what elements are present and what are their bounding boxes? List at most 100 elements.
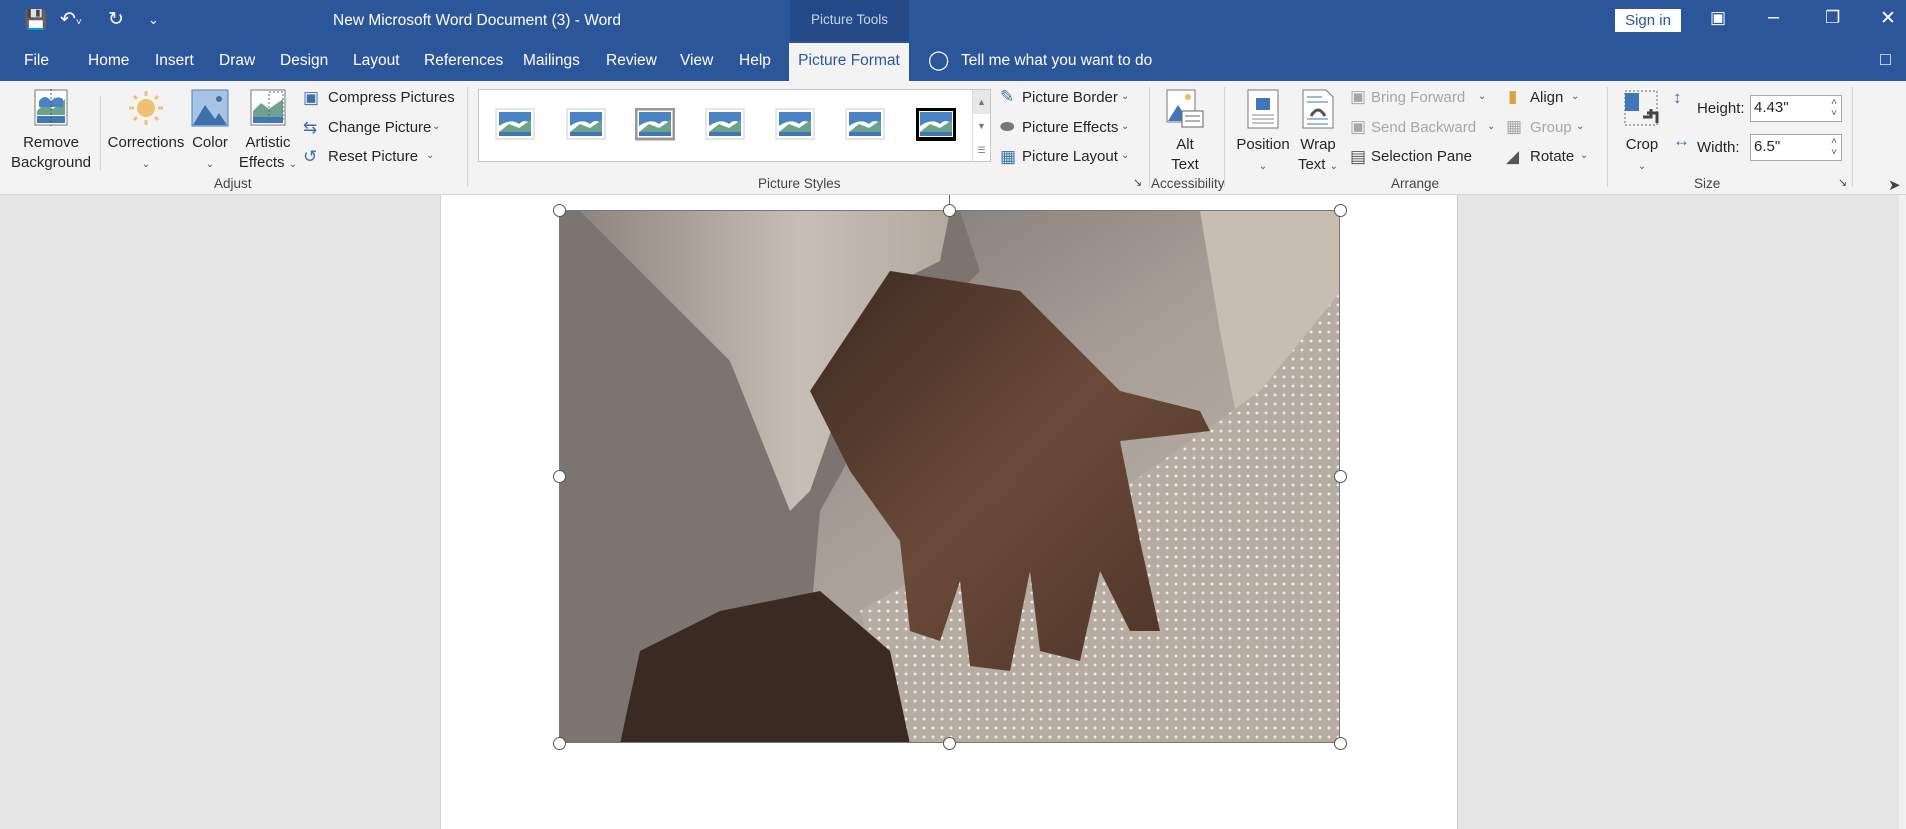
tab-picture-format[interactable]: Picture Format (789, 43, 909, 81)
width-icon: ↔ (1673, 131, 1690, 150)
position-label: Position (1236, 136, 1290, 153)
picture-tools-label: Picture Tools (790, 0, 909, 41)
color-label: Color (192, 134, 228, 151)
width-spin-up: ˄ (1831, 136, 1837, 147)
adjust-group-label: Adjust (214, 176, 252, 191)
redo-icon[interactable]: ↻ (108, 8, 124, 31)
crop-label: Crop (1625, 136, 1659, 153)
sign-in-button[interactable]: Sign in (1615, 9, 1681, 32)
reset-picture-button[interactable]: Reset Picture (328, 148, 418, 165)
color-icon (191, 89, 229, 127)
send-backward-button[interactable]: Send Backward (1371, 119, 1476, 136)
picture-styles-dialog-launcher[interactable]: ↘ (1133, 176, 1142, 189)
customize-quick-access-icon[interactable]: ⌄ (148, 12, 159, 28)
gallery-more-button[interactable]: ☰ (973, 138, 990, 162)
tab-view[interactable]: View (680, 52, 713, 70)
ribbon: Remove Background Corrections ⌄ Color ⌄ Ar… (0, 81, 1906, 195)
ribbon-display-options-icon[interactable]: ▣ (1710, 8, 1726, 28)
align-button[interactable]: Align (1530, 89, 1563, 106)
tab-home[interactable]: Home (88, 52, 129, 70)
resize-handle-top-left[interactable] (553, 204, 566, 217)
change-picture-button[interactable]: Change Picture (328, 119, 431, 136)
tell-me-search[interactable]: Tell me what you want to do (961, 52, 1152, 70)
size-dialog-launcher[interactable]: ↘ (1838, 176, 1847, 189)
wrap-text-icon (1302, 89, 1334, 129)
resize-handle-bottom-left[interactable] (553, 737, 566, 750)
height-spin-up: ˄ (1831, 97, 1837, 108)
picture-style-1[interactable] (495, 108, 535, 140)
tab-insert[interactable]: Insert (155, 52, 194, 70)
group-icon: ▦ (1506, 117, 1523, 136)
width-input[interactable]: 6.5" ˄ ˅ (1750, 134, 1842, 161)
rotate-icon: ◢ (1506, 147, 1520, 166)
tab-help[interactable]: Help (739, 52, 771, 70)
comments-icon[interactable]: □ (1880, 49, 1891, 70)
gallery-scroll-down[interactable]: ▼ (973, 114, 990, 138)
change-picture-icon: ⇆ (303, 118, 318, 137)
resize-handle-left[interactable] (553, 470, 566, 483)
accessibility-group-label: Accessibility (1151, 176, 1225, 191)
resize-handle-bottom-right[interactable] (1334, 737, 1347, 750)
resize-handle-bottom[interactable] (943, 737, 956, 750)
tab-layout[interactable]: Layout (353, 52, 400, 70)
vertical-scrollbar[interactable] (1899, 195, 1906, 829)
undo-icon[interactable]: ↶˅ (60, 8, 82, 31)
alt-text-label-1: Alt (1176, 136, 1194, 153)
picture-style-2[interactable] (566, 108, 606, 140)
tab-draw[interactable]: Draw (219, 52, 255, 70)
rotate-button[interactable]: Rotate (1530, 148, 1574, 165)
position-icon (1247, 89, 1279, 129)
color-button[interactable]: Color ⌄ (188, 89, 232, 175)
bring-forward-button[interactable]: Bring Forward (1371, 89, 1465, 106)
selection-pane-button[interactable]: Selection Pane (1371, 148, 1472, 165)
picture-effects-button[interactable]: Picture Effects (1022, 119, 1118, 136)
tab-references[interactable]: References (424, 52, 503, 70)
picture-styles-group-label: Picture Styles (758, 176, 841, 191)
compress-pictures-button[interactable]: Compress Pictures (328, 89, 455, 106)
resize-handle-right[interactable] (1334, 470, 1347, 483)
artistic-effects-button[interactable]: Artistic Effects ⌄ (238, 89, 298, 175)
wrap-text-label-1: Wrap (1300, 136, 1336, 153)
corrections-button[interactable]: Corrections ⌄ (104, 89, 188, 175)
tab-review[interactable]: Review (606, 52, 657, 70)
close-icon[interactable]: ✕ (1880, 7, 1896, 30)
resize-handle-top[interactable] (943, 204, 956, 217)
tab-design[interactable]: Design (280, 52, 328, 70)
tab-file[interactable]: File (24, 52, 49, 70)
remove-background-button[interactable]: Remove Background (8, 89, 94, 173)
window-title: New Microsoft Word Document (3) - Word (333, 12, 621, 29)
tab-mailings[interactable]: Mailings (523, 52, 580, 70)
corrections-label: Corrections (107, 134, 185, 151)
crop-button[interactable]: Crop ⌄ (1618, 89, 1666, 177)
picture-styles-gallery[interactable]: ▲ ▼ ☰ (478, 89, 991, 162)
picture-layout-button[interactable]: Picture Layout (1022, 148, 1118, 165)
reset-picture-icon: ↺ (303, 147, 318, 166)
alt-text-button[interactable]: Alt Text (1160, 89, 1210, 175)
title-bar: 💾 ↶˅ ↻ ⌄ New Microsoft Word Document (3)… (0, 0, 1906, 41)
resize-handle-top-right[interactable] (1334, 204, 1347, 217)
corrections-sun-icon (129, 91, 163, 125)
lightbulb-icon: ◯ (928, 50, 950, 71)
height-input[interactable]: 4.43" ˄ ˅ (1750, 95, 1842, 122)
picture-style-7[interactable] (915, 107, 957, 141)
picture-style-3[interactable] (634, 107, 676, 141)
group-button[interactable]: Group (1530, 119, 1572, 136)
artistic-effects-label-2: Effects (238, 154, 285, 171)
wrap-text-button[interactable]: Wrap Text ⌄ (1292, 89, 1344, 177)
remove-background-label-2: Background (10, 154, 92, 171)
restore-icon[interactable]: ❐ (1825, 8, 1840, 28)
crop-icon (1624, 90, 1659, 126)
height-label: Height: (1697, 100, 1745, 117)
picture-style-5[interactable] (775, 108, 815, 140)
minimize-icon[interactable]: – (1768, 6, 1779, 29)
gallery-scroll-up[interactable]: ▲ (973, 90, 990, 114)
remove-background-icon (34, 89, 68, 126)
picture-style-6[interactable] (845, 108, 885, 140)
picture-style-4[interactable] (705, 108, 745, 140)
save-icon[interactable]: 💾 (24, 8, 48, 32)
pin-ribbon-icon[interactable]: ➤ (1888, 176, 1901, 194)
position-button[interactable]: Position ⌄ (1234, 89, 1292, 177)
wrap-text-label-2: Text (1297, 156, 1326, 173)
picture-border-button[interactable]: Picture Border (1022, 89, 1118, 106)
selected-picture[interactable] (559, 210, 1340, 743)
